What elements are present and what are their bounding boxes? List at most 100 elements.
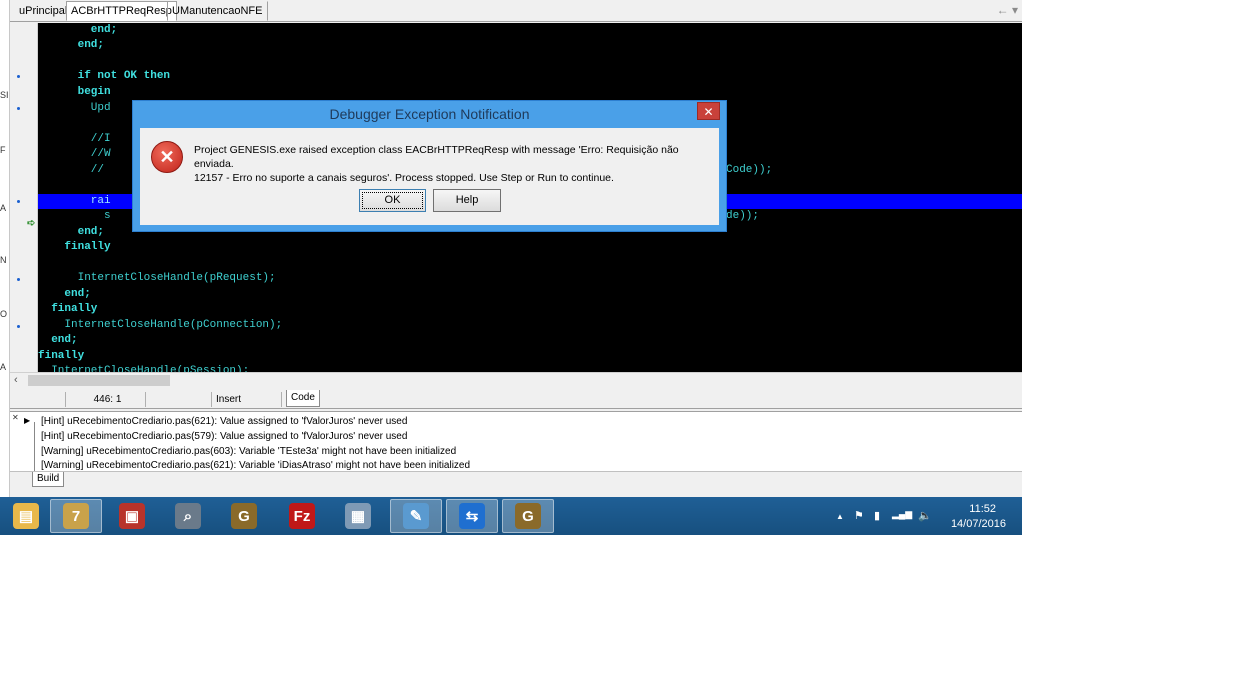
- tab-acbrhttpreqresp[interactable]: ACBrHTTPReqResp: [66, 1, 177, 21]
- strip-text: SI: [0, 90, 9, 100]
- background-window-strip: SI F A N O A: [0, 0, 10, 498]
- taskbar-button[interactable]: ⌕: [162, 499, 214, 533]
- battery-icon[interactable]: ▮: [874, 509, 880, 522]
- genesis-icon-2: G: [515, 503, 541, 529]
- code-line: end;: [38, 39, 105, 51]
- taskbar-button[interactable]: ⇆: [446, 499, 498, 533]
- message-item[interactable]: [Hint] uRecebimentoCrediario.pas(621): V…: [41, 416, 407, 427]
- code-line: end;: [38, 288, 91, 300]
- tab-uprincipal[interactable]: uPrincipal: [14, 1, 72, 21]
- message-item[interactable]: [Warning] uRecebimentoCrediario.pas(603)…: [41, 446, 456, 457]
- code-line: begin: [38, 86, 111, 98]
- tab-navigation[interactable]: ← ▾: [997, 3, 1018, 17]
- dialog-body: ✕ Project GENESIS.exe raised exception c…: [140, 128, 719, 225]
- message-item[interactable]: [Hint] uRecebimentoCrediario.pas(579): V…: [41, 431, 407, 442]
- system-tray: ▲ ⚑ ▮ ▂▄▆ 🔈 11:52 14/07/2016: [832, 497, 1022, 535]
- status-blank: [146, 392, 212, 407]
- back-arrow-icon[interactable]: ←: [997, 3, 1009, 17]
- debugger-exception-dialog: Debugger Exception Notification ✕ ✕ Proj…: [132, 100, 727, 232]
- breakpoint-dot[interactable]: [17, 200, 20, 203]
- strip-text: F: [0, 145, 6, 155]
- expand-icon[interactable]: ▶: [24, 416, 30, 425]
- code-line: s: [38, 210, 111, 222]
- tab-umanutencaonfe[interactable]: UManutencaoNFE: [167, 1, 268, 21]
- delphi-7-icon: 7: [63, 503, 89, 529]
- network-signal-icon[interactable]: ▂▄▆: [892, 509, 912, 520]
- volume-icon[interactable]: 🔈: [918, 509, 932, 522]
- exception-message: Project GENESIS.exe raised exception cla…: [194, 143, 714, 185]
- taskbar-button[interactable]: Fz: [276, 499, 328, 533]
- taskbar-button[interactable]: ▣: [106, 499, 158, 533]
- close-button[interactable]: ✕: [697, 102, 720, 120]
- clock-date[interactable]: 14/07/2016: [951, 518, 1006, 530]
- search-document-icon: ⌕: [175, 503, 201, 529]
- strip-text: N: [0, 255, 7, 265]
- messages-panel[interactable]: ✕ ▶ [Hint] uRecebimentoCrediario.pas(621…: [10, 411, 1022, 471]
- message-item[interactable]: [Warning] uRecebimentoCrediario.pas(621)…: [41, 460, 470, 471]
- dialog-title: Debugger Exception Notification: [329, 106, 530, 122]
- genesis-icon: G: [231, 503, 257, 529]
- insert-mode: Insert: [212, 392, 282, 407]
- code-line: end;: [38, 226, 105, 238]
- code-line: InternetCloseHandle(pRequest);: [38, 272, 276, 284]
- editor-tab-bar: uPrincipal ACBrHTTPReqResp UManutencaoNF…: [10, 0, 1022, 22]
- code-line: rai: [38, 195, 111, 207]
- code-line: if not OK then: [38, 70, 171, 82]
- code-line: finally: [38, 350, 85, 362]
- strip-text: A: [0, 203, 7, 213]
- breakpoint-dot[interactable]: [17, 325, 20, 328]
- code-fragment: de));: [726, 210, 760, 222]
- breakpoint-dot[interactable]: [17, 75, 20, 78]
- filezilla-icon: Fz: [289, 503, 315, 529]
- strip-text: A: [0, 362, 7, 372]
- close-icon[interactable]: ✕: [12, 413, 19, 422]
- calculator-icon: ▦: [345, 503, 371, 529]
- action-center-flag-icon[interactable]: ⚑: [854, 509, 864, 522]
- status-modified: [10, 392, 66, 407]
- error-icon: ✕: [151, 141, 183, 173]
- teamviewer-icon: ⇆: [459, 503, 485, 529]
- taskbar-button[interactable]: ▦: [332, 499, 384, 533]
- code-fragment: Code));: [726, 164, 773, 176]
- clock-time[interactable]: 11:52: [969, 503, 996, 515]
- horizontal-scrollbar[interactable]: ‹: [10, 372, 1022, 388]
- taskbar-button[interactable]: G: [218, 499, 270, 533]
- code-line: finally: [38, 241, 111, 253]
- scrollbar-thumb[interactable]: [28, 375, 170, 386]
- show-hidden-icons-icon[interactable]: ▲: [836, 512, 844, 521]
- code-line: //: [38, 164, 105, 176]
- code-line: //I: [38, 133, 111, 145]
- messages-tab-bar: Build: [10, 471, 1022, 487]
- tab-code[interactable]: Code: [286, 390, 320, 407]
- chevron-down-icon[interactable]: ▾: [1012, 3, 1018, 17]
- taskbar-button[interactable]: 7: [50, 499, 102, 533]
- exception-message-line: 12157 - Erro no suporte a canais seguros…: [194, 172, 614, 184]
- tab-build[interactable]: Build: [32, 472, 65, 487]
- editor-status-bar: 446: 1 Insert Code: [10, 390, 1022, 409]
- screen: SI F A N O A uPrincipal ACBrHTTPReqResp …: [0, 0, 1022, 535]
- code-line: //W: [38, 148, 111, 160]
- scroll-left-icon[interactable]: ‹: [14, 374, 18, 386]
- taskbar-button[interactable]: ▤: [0, 499, 52, 533]
- exception-message-line: Project GENESIS.exe raised exception cla…: [194, 144, 679, 170]
- ok-button[interactable]: OK: [359, 189, 426, 212]
- taskbar-button[interactable]: ✎: [390, 499, 442, 533]
- toolbox-icon: ▣: [119, 503, 145, 529]
- help-button[interactable]: Help: [433, 189, 501, 212]
- execution-point-icon: ➪: [27, 218, 36, 229]
- code-line: end;: [38, 334, 78, 346]
- code-line: InternetCloseHandle(pConnection);: [38, 319, 283, 331]
- tree-line: [34, 422, 35, 471]
- notepad-icon: ✎: [403, 503, 429, 529]
- code-line: InternetCloseHandle(pSession);: [38, 365, 250, 372]
- taskbar: ▤ 7 ▣ ⌕ G Fz ▦ ✎ ⇆ G ▲ ⚑ ▮ ▂▄▆ 🔈 11:52 14/07/2016: [0, 497, 1022, 535]
- code-line: end;: [38, 24, 118, 36]
- taskbar-button[interactable]: G: [502, 499, 554, 533]
- breakpoint-dot[interactable]: [17, 107, 20, 110]
- strip-text: O: [0, 309, 8, 319]
- breakpoint-dot[interactable]: [17, 278, 20, 281]
- editor-gutter[interactable]: ➪: [10, 23, 38, 372]
- cursor-position: 446: 1: [66, 392, 146, 407]
- code-line: Upd: [38, 102, 111, 114]
- code-line: finally: [38, 303, 98, 315]
